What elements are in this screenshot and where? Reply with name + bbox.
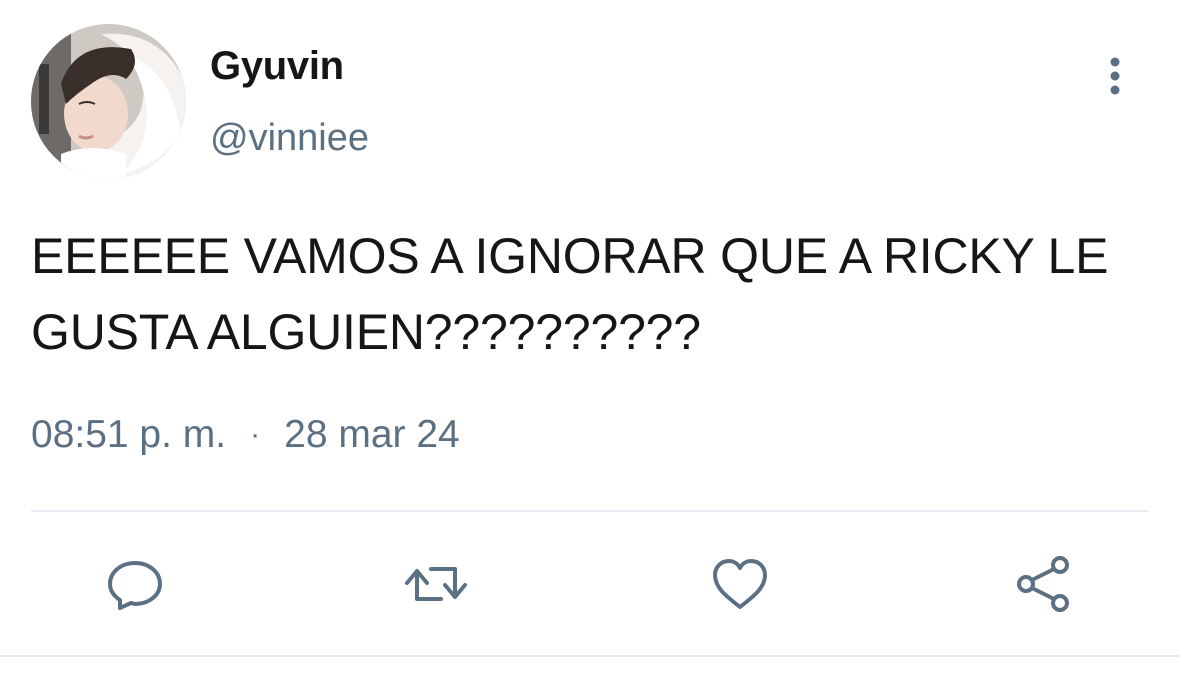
retweet-icon (405, 567, 467, 601)
share-icon (1017, 556, 1069, 612)
avatar[interactable] (31, 24, 186, 179)
reply-icon (108, 561, 162, 610)
tweet-date: 28 mar 24 (284, 413, 460, 456)
tweet-text: EEEEEE VAMOS A IGNORAR QUE A RICKY LE GU… (31, 228, 1109, 360)
more-vertical-icon[interactable] (1100, 54, 1130, 98)
tweet-meta: 08:51 p. m. · 28 mar 24 (31, 413, 460, 457)
user-handle[interactable]: @vinniee (210, 117, 369, 160)
bottom-divider (0, 655, 1179, 657)
tweet-time: 08:51 p. m. (31, 413, 227, 456)
reply-button[interactable] (104, 553, 166, 615)
share-button[interactable] (1012, 553, 1074, 615)
like-button[interactable] (709, 553, 771, 615)
display-name[interactable]: Gyuvin (210, 44, 344, 89)
divider (31, 510, 1148, 512)
retweet-button[interactable] (405, 553, 467, 615)
meta-separator: · (250, 418, 261, 451)
tweet-card: Gyuvin @vinniee EEEEEE VAMOS A IGNORAR Q… (0, 0, 1179, 675)
profile-photo (31, 24, 186, 179)
heart-icon (713, 559, 767, 609)
